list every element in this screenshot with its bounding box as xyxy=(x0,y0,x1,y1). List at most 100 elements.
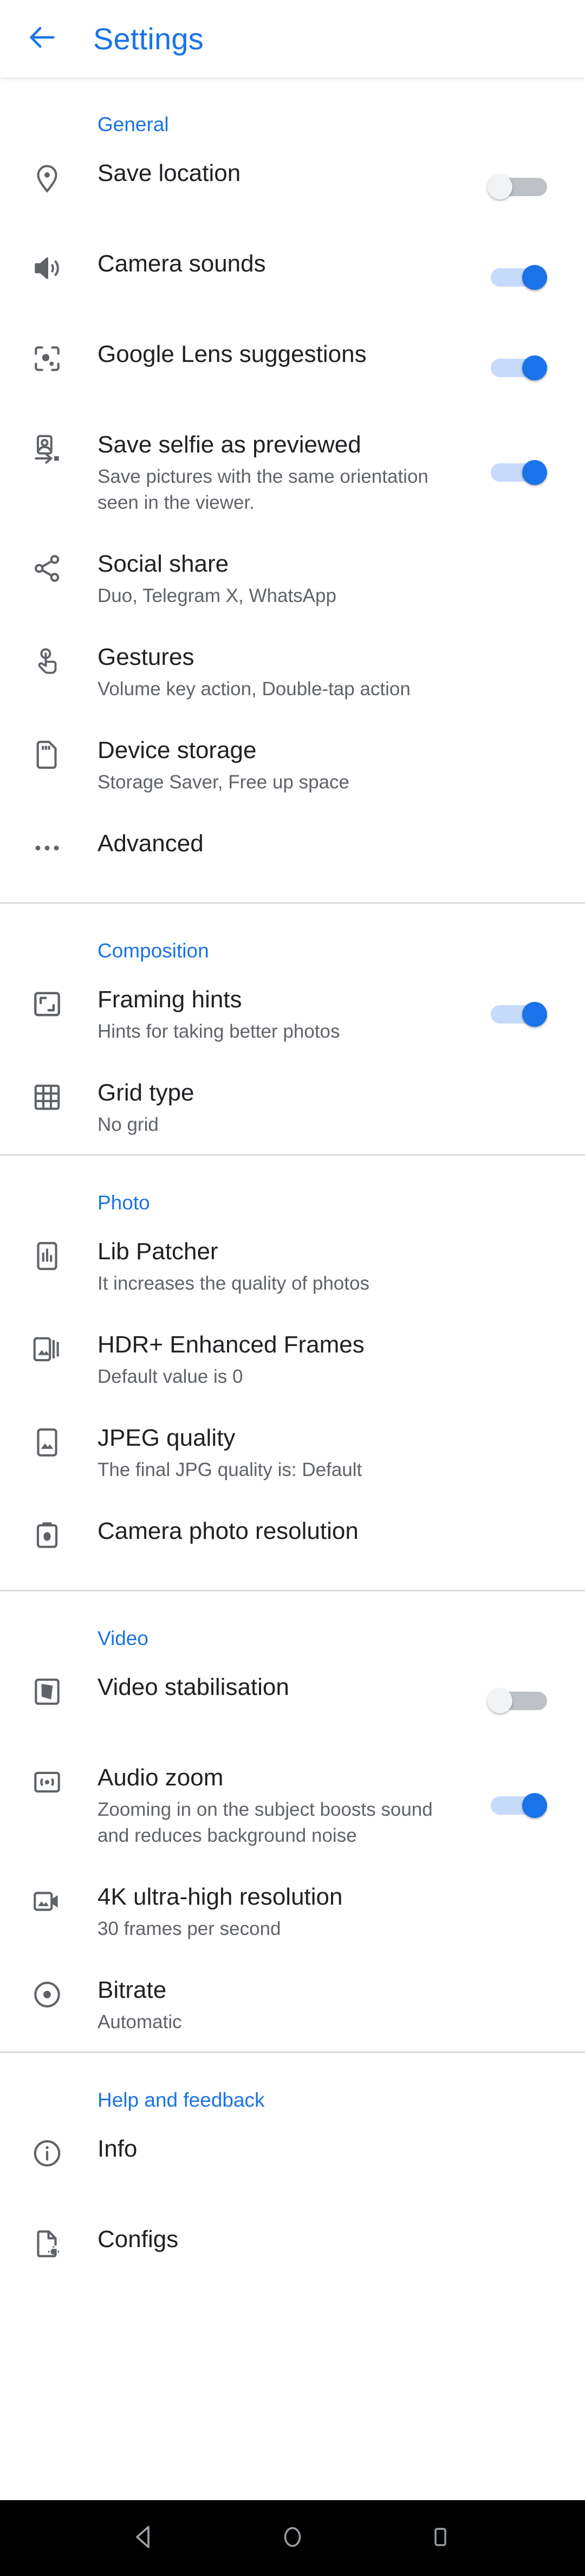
settings-row-text: Bitrate Automatic xyxy=(98,1958,460,2051)
back-button[interactable] xyxy=(26,22,60,56)
settings-row-text: Google Lens suggestions xyxy=(98,322,460,387)
settings-row[interactable]: Gestures Volume key action, Double-tap ac… xyxy=(0,625,585,719)
settings-row-control xyxy=(460,1688,552,1713)
toggle-thumb xyxy=(487,1688,512,1713)
settings-row-control xyxy=(460,460,552,485)
settings-row-text: Video stabilisation xyxy=(98,1655,460,1720)
settings-row-subtitle: It increases the quality of photos xyxy=(98,1273,369,1294)
settings-row-title: Google Lens suggestions xyxy=(98,341,367,367)
settings-row[interactable]: JPEG quality The final JPG quality is: De… xyxy=(0,1406,585,1499)
settings-row-subtitle: Volume key action, Double-tap action xyxy=(98,678,411,700)
settings-row-subtitle: Storage Saver, Free up space xyxy=(98,772,349,793)
location-pin-icon xyxy=(0,141,98,195)
touch-gesture-icon xyxy=(0,625,98,678)
settings-row[interactable]: Lib Patcher It increases the quality of p… xyxy=(0,1220,585,1313)
settings-row-subtitle: The final JPG quality is: Default xyxy=(98,1459,362,1480)
settings-row-text: Audio zoom Zooming in on the subject boos… xyxy=(98,1746,460,1865)
page-title: Settings xyxy=(93,22,204,56)
toggle-thumb xyxy=(522,460,547,485)
settings-row[interactable]: Google Lens suggestions xyxy=(0,322,585,413)
settings-row-title: Configs xyxy=(98,2226,179,2253)
section-header-general: General xyxy=(98,113,169,135)
bottom-spacer xyxy=(0,2298,585,2374)
settings-row-text: Configs xyxy=(98,2208,460,2273)
info-circle-icon xyxy=(0,2117,98,2170)
toggle-switch[interactable] xyxy=(491,1002,547,1027)
settings-row-text: Info xyxy=(98,2117,460,2182)
flip-selfie-icon xyxy=(0,413,98,466)
share-icon xyxy=(0,532,98,585)
toggle-thumb xyxy=(522,355,547,380)
settings-row[interactable]: Framing hints Hints for taking better pho… xyxy=(0,968,585,1061)
settings-row-control xyxy=(460,1002,552,1027)
settings-row-title: Framing hints xyxy=(98,986,242,1013)
settings-row[interactable]: Camera sounds xyxy=(0,232,585,322)
settings-row-control xyxy=(460,355,552,380)
nav-recents-icon xyxy=(427,2524,453,2553)
app-bar: Settings xyxy=(0,0,585,77)
settings-row-text: Device storage Storage Saver, Free up spa… xyxy=(98,719,460,812)
settings-row[interactable]: Bitrate Automatic xyxy=(0,1958,585,2051)
settings-row-text: Gestures Volume key action, Double-tap ac… xyxy=(98,625,460,719)
video-stabilisation-icon xyxy=(0,1655,98,1708)
camera-icon xyxy=(0,1499,98,1552)
settings-row-title: Bitrate xyxy=(98,1977,167,2003)
settings-row-text: Framing hints Hints for taking better pho… xyxy=(98,968,460,1061)
audio-zoom-icon xyxy=(0,1746,98,1799)
toggle-switch[interactable] xyxy=(491,355,547,380)
settings-row-title: Social share xyxy=(98,551,229,577)
more-horizontal-icon xyxy=(0,812,98,865)
settings-row[interactable]: Device storage Storage Saver, Free up spa… xyxy=(0,719,585,812)
settings-row[interactable]: 4K ultra-high resolution 30 frames per se… xyxy=(0,1865,585,1958)
toggle-switch[interactable] xyxy=(491,264,547,290)
settings-row-title: Info xyxy=(98,2135,138,2162)
settings-row[interactable]: Audio zoom Zooming in on the subject boos… xyxy=(0,1746,585,1865)
settings-row[interactable]: HDR+ Enhanced Frames Default value is 0 xyxy=(0,1313,585,1406)
burst-frames-icon xyxy=(0,1313,98,1366)
nav-back-button[interactable] xyxy=(115,2508,174,2568)
settings-list: General Save location Camera sounds Google … xyxy=(0,77,585,2374)
nav-home-button[interactable] xyxy=(263,2508,322,2568)
section-header-composition: Composition xyxy=(98,940,209,962)
toggle-thumb xyxy=(522,1793,547,1818)
sd-card-icon xyxy=(0,719,98,772)
settings-row-subtitle: Automatic xyxy=(98,2011,182,2033)
settings-row-subtitle: 30 frames per second xyxy=(98,1918,281,1939)
settings-row[interactable]: Grid type No grid xyxy=(0,1061,585,1154)
settings-row-text: Social share Duo, Telegram X, WhatsApp xyxy=(98,532,460,625)
toggle-thumb xyxy=(522,264,547,290)
settings-row-control xyxy=(460,174,552,199)
settings-row[interactable]: Advanced xyxy=(0,812,585,902)
toggle-switch[interactable] xyxy=(487,1688,547,1713)
settings-row-title: 4K ultra-high resolution xyxy=(98,1884,343,1910)
google-lens-icon xyxy=(0,322,98,376)
settings-row-title: Grid type xyxy=(98,1079,194,1106)
settings-row-text: Save selfie as previewed Save pictures wi… xyxy=(98,413,460,532)
settings-row-title: Video stabilisation xyxy=(98,1674,289,1700)
settings-row[interactable]: Camera photo resolution xyxy=(0,1499,585,1590)
section-header-video: Video xyxy=(98,1627,148,1649)
toggle-switch[interactable] xyxy=(491,1793,547,1818)
settings-row[interactable]: Configs xyxy=(0,2208,585,2298)
settings-row-text: HDR+ Enhanced Frames Default value is 0 xyxy=(98,1313,460,1406)
settings-row-title: Audio zoom xyxy=(98,1764,224,1791)
bar-chart-phone-icon xyxy=(0,1220,98,1273)
settings-row[interactable]: Info xyxy=(0,2117,585,2208)
settings-row-text: Camera sounds xyxy=(98,232,460,297)
nav-recents-button[interactable] xyxy=(411,2508,470,2568)
settings-row[interactable]: Social share Duo, Telegram X, WhatsApp xyxy=(0,532,585,625)
settings-row-subtitle: Zooming in on the subject boosts sound a… xyxy=(98,1799,433,1846)
toggle-switch[interactable] xyxy=(491,460,547,485)
arrow-back-icon xyxy=(27,22,58,56)
toggle-switch[interactable] xyxy=(487,174,547,199)
settings-row-text: Grid type No grid xyxy=(98,1061,460,1154)
settings-row[interactable]: Save location xyxy=(0,141,585,232)
settings-row-title: Camera photo resolution xyxy=(98,1518,359,1544)
settings-row-control xyxy=(460,264,552,290)
section-header-photo: Photo xyxy=(98,1192,150,1214)
settings-row[interactable]: Save selfie as previewed Save pictures wi… xyxy=(0,413,585,532)
settings-row[interactable]: Video stabilisation xyxy=(0,1655,585,1746)
settings-row-text: Save location xyxy=(98,141,460,206)
settings-row-subtitle: Default value is 0 xyxy=(98,1366,243,1387)
grid-icon xyxy=(0,1061,98,1114)
